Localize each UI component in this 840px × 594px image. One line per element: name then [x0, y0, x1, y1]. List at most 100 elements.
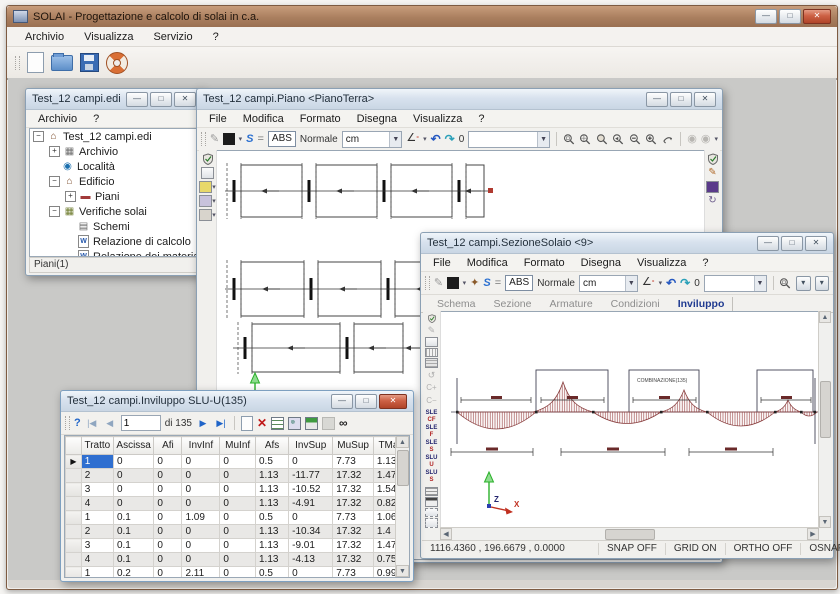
rotate-left-icon[interactable]: ↺: [428, 369, 436, 381]
table-cell[interactable]: 0.1: [113, 539, 153, 553]
table-cell[interactable]: 0.1: [113, 525, 153, 539]
row-selector[interactable]: [66, 469, 82, 483]
combo-minus-icon[interactable]: C−: [426, 395, 436, 407]
table-cell[interactable]: 17.32: [333, 483, 374, 497]
envelope-table[interactable]: TrattoAscissaAfiInvInfMuInfAfsInvSupMuSu…: [65, 436, 409, 578]
column-header-ascissa[interactable]: Ascissa: [113, 437, 153, 455]
export-icon[interactable]: [288, 417, 301, 430]
table-cell[interactable]: 4: [81, 553, 113, 567]
abs-button[interactable]: ABS: [505, 275, 533, 291]
chevron-down-icon[interactable]: ▼: [625, 276, 637, 291]
menu-item-visualizza[interactable]: Visualizza: [74, 29, 143, 45]
table-cell[interactable]: -9.01: [289, 539, 333, 553]
table-cell[interactable]: -4.13: [289, 553, 333, 567]
menu-item-disegna[interactable]: Disegna: [349, 112, 405, 126]
table-cell[interactable]: 1.13: [255, 469, 288, 483]
zoom-window-icon[interactable]: [563, 133, 575, 146]
limit-state-button-sle-cf[interactable]: SLECF: [424, 410, 439, 424]
column-header-afs[interactable]: Afs: [255, 437, 288, 455]
lasso-select-icon[interactable]: S: [246, 133, 253, 145]
table-cell[interactable]: 0: [289, 511, 333, 525]
column-header-invsup[interactable]: InvSup: [289, 437, 333, 455]
maximize-button[interactable]: □: [779, 9, 801, 24]
scroll-down-icon[interactable]: ▼: [396, 565, 409, 577]
abs-button[interactable]: ABS: [268, 131, 296, 147]
menu-item-archivio[interactable]: Archivio: [30, 112, 85, 126]
tab-condizioni[interactable]: Condizioni: [603, 297, 668, 311]
table-cell[interactable]: 17.32: [333, 469, 374, 483]
table-cell[interactable]: 3: [81, 539, 113, 553]
table-row[interactable]: 20.10001.13-10.3417.321.4: [66, 525, 409, 539]
section-style-control[interactable]: ▾: [199, 195, 216, 207]
regen-icon[interactable]: ◉: [701, 133, 711, 145]
table-cell[interactable]: 0: [182, 469, 220, 483]
table-cell[interactable]: 0: [113, 455, 153, 469]
redo-icon[interactable]: ↷: [680, 276, 690, 290]
zoom-in-icon[interactable]: [645, 133, 657, 146]
new-record-icon[interactable]: [241, 416, 253, 431]
table-cell[interactable]: 0: [182, 539, 220, 553]
table-cell[interactable]: 0: [154, 525, 182, 539]
tree-expander-icon[interactable]: −: [49, 176, 60, 187]
chevron-down-icon[interactable]: ▼: [754, 276, 766, 291]
scroll-left-icon[interactable]: ◀: [440, 528, 452, 540]
table-cell[interactable]: 1.13: [255, 497, 288, 511]
help-icon[interactable]: ?: [74, 417, 81, 429]
table-cell[interactable]: 1.13: [255, 553, 288, 567]
table-cell[interactable]: 0: [182, 483, 220, 497]
table-cell[interactable]: 17.32: [333, 539, 374, 553]
table-cell[interactable]: 0: [182, 497, 220, 511]
table-cell[interactable]: 0: [113, 483, 153, 497]
table-cell[interactable]: 0.1: [113, 511, 153, 525]
table-titlebar[interactable]: Test_12 campi.Inviluppo SLU-U(135) —□✕: [61, 391, 413, 412]
snap-toggle[interactable]: SNAP OFF: [599, 543, 666, 555]
table-cell[interactable]: -11.77: [289, 469, 333, 483]
close-button[interactable]: ✕: [694, 92, 716, 107]
last-record-icon[interactable]: ▶|: [214, 418, 228, 429]
fill-style-icon[interactable]: [199, 181, 212, 193]
menu-item-visualizza[interactable]: Visualizza: [405, 112, 470, 126]
table-cell[interactable]: 0: [220, 567, 256, 579]
sezione-horizontal-scrollbar[interactable]: ◀ ▶: [440, 527, 819, 540]
section-style-icon[interactable]: [199, 195, 212, 207]
combo-plus-icon[interactable]: C+: [426, 382, 436, 394]
tree-node[interactable]: ◉Località: [30, 159, 198, 174]
menu-item-file[interactable]: File: [425, 256, 459, 270]
table-cell[interactable]: 3: [81, 483, 113, 497]
menu-item-[interactable]: ?: [203, 29, 229, 45]
hand-icon[interactable]: ✦: [470, 277, 479, 289]
table-cell[interactable]: 0: [220, 511, 256, 525]
table-vertical-scrollbar[interactable]: ▲ ▼: [395, 436, 409, 577]
row-selector[interactable]: ▶: [66, 455, 82, 469]
print-icon[interactable]: [305, 417, 318, 430]
row-selector[interactable]: [66, 567, 82, 579]
table-cell[interactable]: 0: [182, 455, 220, 469]
table-cell[interactable]: -4.91: [289, 497, 333, 511]
osnap-toggle[interactable]: OSNAP ON: [801, 543, 840, 555]
minimize-button[interactable]: —: [126, 92, 148, 107]
layer-style-dropdown-icon[interactable]: ▾: [463, 279, 467, 287]
tree-node[interactable]: +▦Archivio: [30, 144, 198, 159]
detail-view-icon[interactable]: [201, 167, 214, 179]
table-cell[interactable]: 1: [81, 567, 113, 579]
table-row[interactable]: 10.101.0900.507.731.06: [66, 511, 409, 525]
scrollbar-thumb[interactable]: [605, 529, 655, 540]
table-row[interactable]: 200001.13-11.7717.321.47: [66, 469, 409, 483]
redo-icon[interactable]: ↷: [445, 132, 455, 146]
edit-grid-icon[interactable]: [271, 417, 284, 430]
maximize-button[interactable]: □: [355, 394, 377, 409]
new-document-icon[interactable]: [27, 52, 44, 73]
chevron-down-icon[interactable]: ▼: [537, 132, 549, 147]
rotate-icon[interactable]: ↻: [708, 195, 716, 207]
tree-node[interactable]: −⌂Test_12 campi.edi: [30, 129, 198, 144]
table-cell[interactable]: 0.5: [255, 567, 288, 579]
table-cell[interactable]: 0: [220, 525, 256, 539]
equal-icon[interactable]: =: [257, 133, 263, 145]
limit-state-button-sle-f[interactable]: SLEF: [424, 425, 439, 439]
close-button[interactable]: ✕: [379, 394, 407, 409]
tree-expander-icon[interactable]: −: [33, 131, 44, 142]
layer-style-icon[interactable]: [223, 133, 235, 145]
pencil-icon[interactable]: ✎: [210, 133, 219, 145]
tree-expander-icon[interactable]: −: [49, 206, 60, 217]
minimize-button[interactable]: —: [755, 9, 777, 24]
